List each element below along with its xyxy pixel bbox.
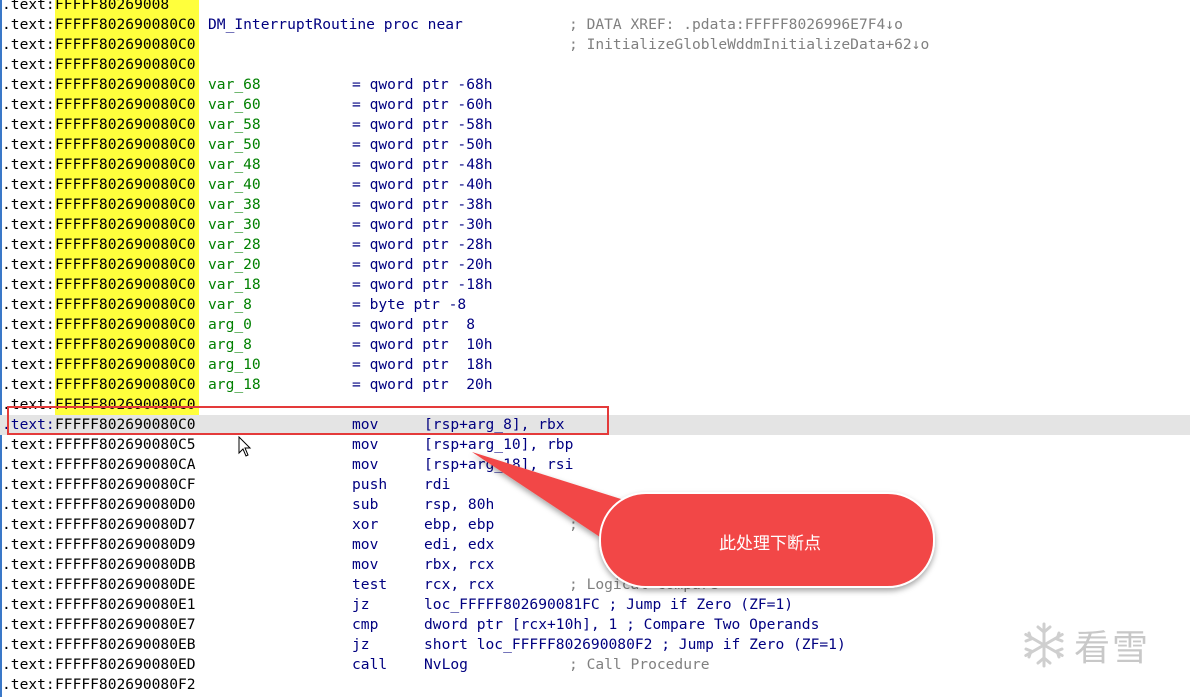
snowflake-icon bbox=[1024, 622, 1064, 668]
callout-bubble bbox=[472, 452, 935, 588]
callout-label: 此处理下断点 bbox=[719, 533, 821, 554]
watermark-text: 看雪 bbox=[1074, 628, 1151, 669]
ida-disassembly-view: .text: FFFFF80269008 .text: FFFFF802690080C… bbox=[0, 0, 1190, 697]
kanxue-watermark: 看雪 bbox=[1020, 615, 1180, 675]
mouse-cursor-icon bbox=[238, 435, 252, 463]
